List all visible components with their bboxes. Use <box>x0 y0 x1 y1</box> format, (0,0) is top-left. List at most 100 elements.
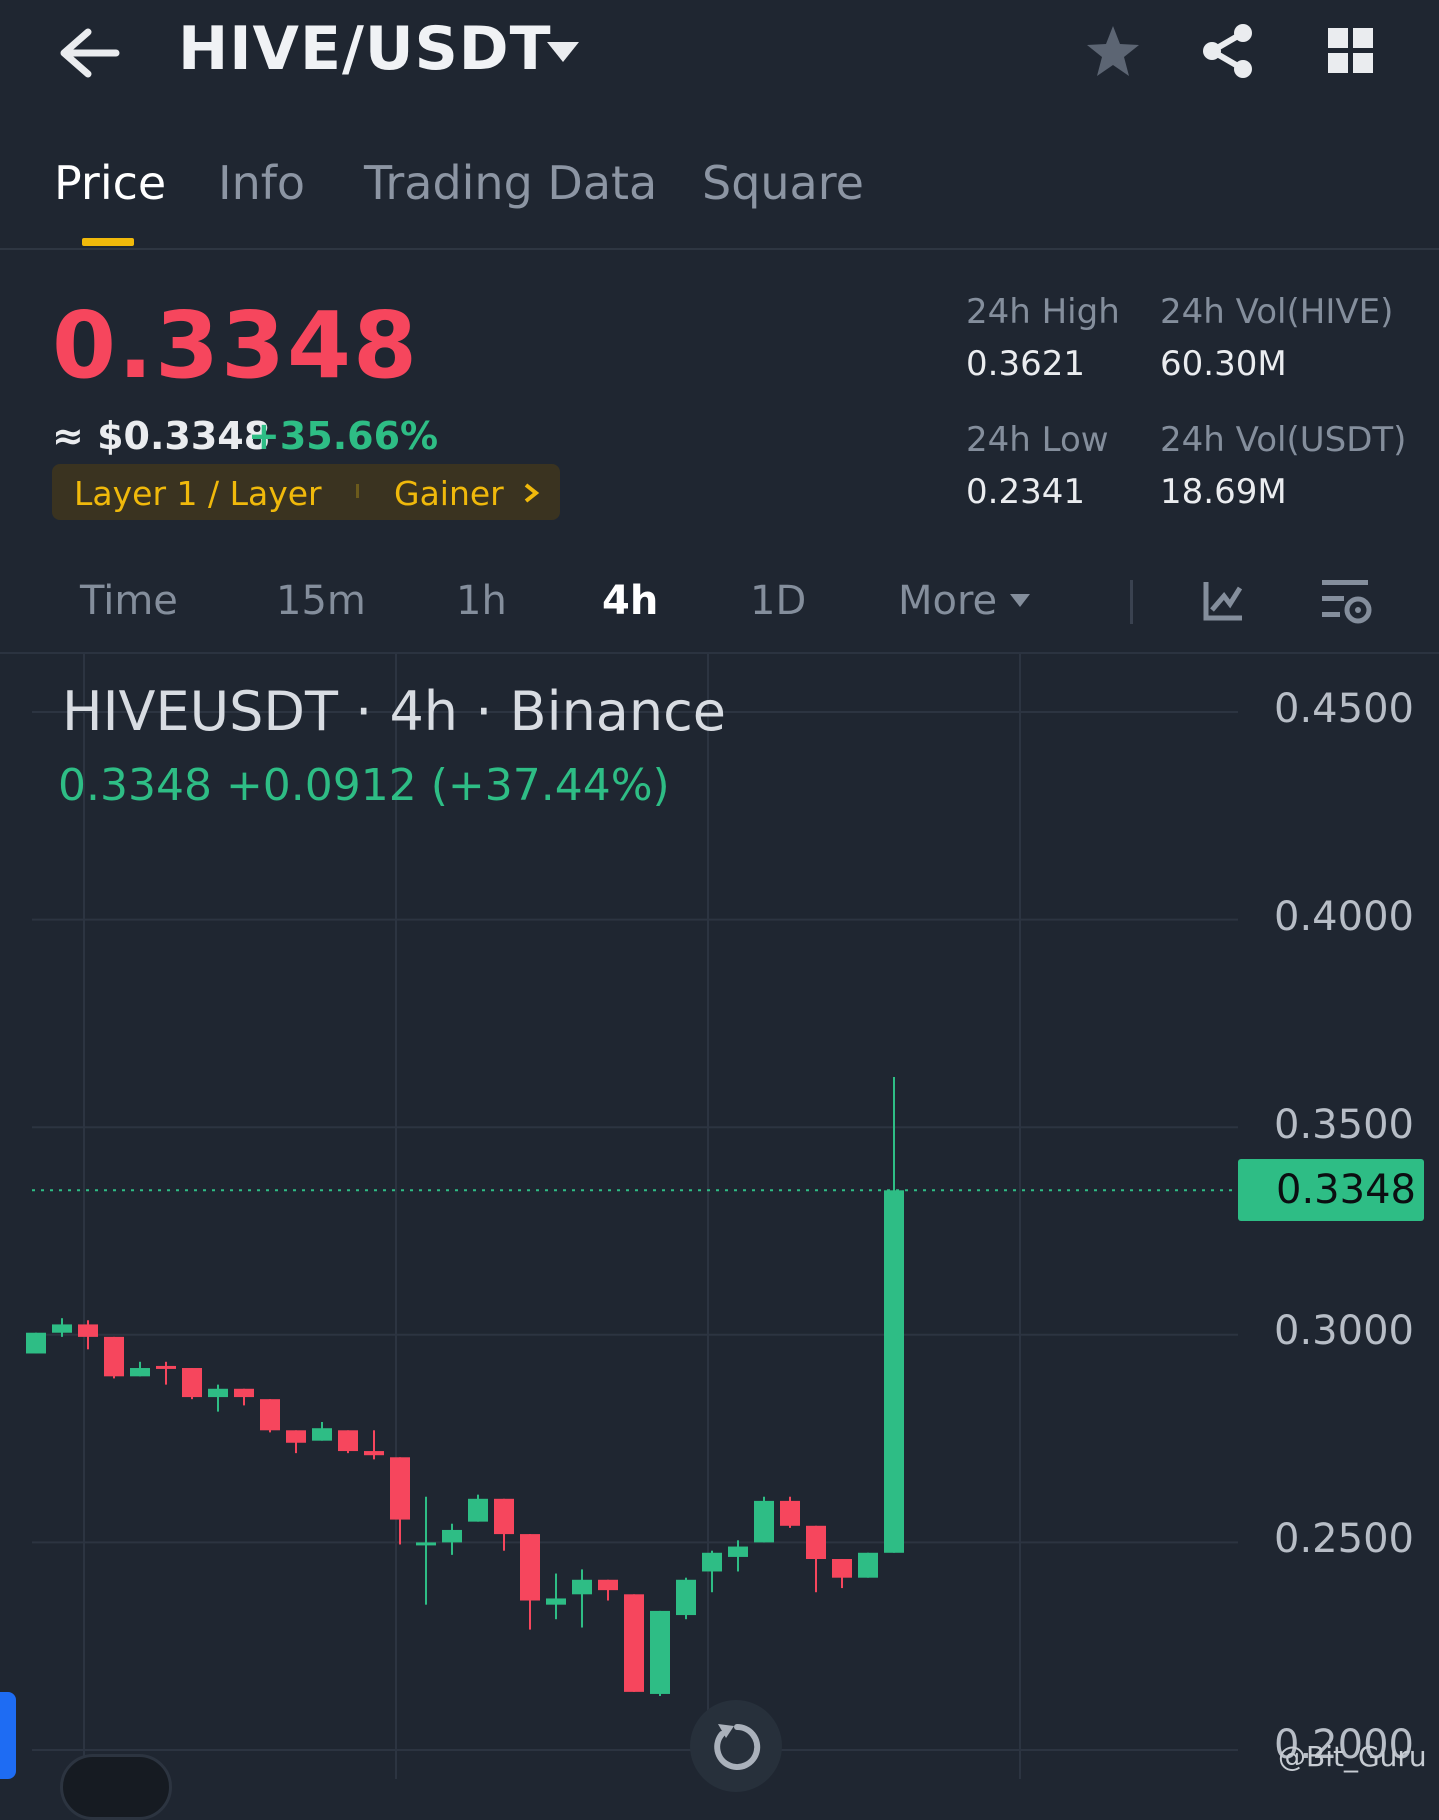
timeframe-4h[interactable]: 4h <box>602 578 658 624</box>
candle-body <box>598 1579 618 1591</box>
tab-info[interactable]: Info <box>218 156 305 210</box>
current-price-label: 0.3348 <box>1276 1167 1416 1213</box>
timeframe-time[interactable]: Time <box>80 578 178 624</box>
share-icon[interactable] <box>1200 22 1256 80</box>
candle <box>234 1388 254 1406</box>
y-axis-tick: 0.3000 <box>1274 1308 1414 1354</box>
candle <box>884 1076 904 1553</box>
candle-body <box>78 1324 98 1337</box>
top-bar: HIVE/USDT <box>0 0 1439 120</box>
candle <box>442 1523 462 1555</box>
candle <box>312 1421 332 1441</box>
tab-trading-data[interactable]: Trading Data <box>364 156 657 210</box>
last-price: 0.3348 <box>52 292 420 399</box>
candle-body <box>624 1594 644 1692</box>
change-percent: +35.66% <box>248 414 439 458</box>
floating-button[interactable] <box>60 1754 172 1820</box>
chevron-right-icon <box>524 483 540 503</box>
candle-body <box>338 1430 358 1452</box>
candle-body <box>832 1559 852 1578</box>
main-tabs: Price Info Trading Data Square <box>0 138 1439 250</box>
candle <box>780 1496 800 1528</box>
candle <box>182 1368 202 1400</box>
candle <box>156 1361 176 1385</box>
stat-vol-base-label: 24h Vol(HIVE) <box>1160 292 1394 332</box>
stat-vol-quote-label: 24h Vol(USDT) <box>1160 420 1407 460</box>
candle <box>702 1550 722 1593</box>
timeframe-1d[interactable]: 1D <box>750 578 806 624</box>
stat-low-label: 24h Low <box>966 420 1109 460</box>
tag-divider <box>356 484 359 498</box>
timeframe-more[interactable]: More <box>898 578 997 624</box>
candle-body <box>390 1457 410 1520</box>
candle <box>416 1496 436 1605</box>
side-handle[interactable] <box>0 1692 16 1779</box>
candle <box>130 1361 150 1377</box>
timeframe-1h[interactable]: 1h <box>456 578 507 624</box>
tag-layer[interactable]: Layer 1 / Layer <box>74 474 322 513</box>
back-arrow-icon[interactable] <box>58 28 120 78</box>
candle <box>468 1494 488 1522</box>
candle <box>754 1496 774 1543</box>
chart-summary: 0.3348 +0.0912 (+37.44%) <box>58 760 670 811</box>
candle-body <box>104 1336 124 1377</box>
chart-settings-icon[interactable] <box>1320 576 1372 628</box>
candle-body <box>52 1324 72 1333</box>
grid-icon[interactable] <box>1326 26 1376 76</box>
category-tags[interactable]: Layer 1 / Layer Gainer <box>52 464 560 520</box>
candle-body <box>156 1365 176 1369</box>
candle-body <box>26 1332 46 1354</box>
tag-gainer[interactable]: Gainer <box>394 474 504 513</box>
candle <box>650 1610 670 1697</box>
candle <box>78 1320 98 1350</box>
candle <box>208 1384 228 1412</box>
candle <box>806 1525 826 1593</box>
candle <box>338 1430 358 1454</box>
candle-body <box>572 1579 592 1595</box>
toolbar-divider <box>1130 580 1133 624</box>
y-axis-tick: 0.4000 <box>1274 894 1414 940</box>
candle-body <box>728 1546 748 1557</box>
watermark: @Bit_Guru <box>1278 1740 1427 1773</box>
candle-body <box>260 1399 280 1431</box>
candle-body <box>286 1430 306 1443</box>
candle <box>520 1534 540 1630</box>
candle-body <box>520 1534 540 1601</box>
indicator-chart-icon[interactable] <box>1202 580 1244 622</box>
candle-body <box>780 1500 800 1526</box>
candle-body <box>676 1579 696 1616</box>
candle <box>26 1332 46 1354</box>
stat-high-label: 24h High <box>966 292 1120 332</box>
star-icon[interactable] <box>1085 24 1141 78</box>
candle <box>832 1559 852 1589</box>
candle-body <box>858 1552 878 1578</box>
candle-body <box>494 1498 514 1535</box>
reset-chart-button[interactable] <box>690 1700 782 1792</box>
candle-body <box>208 1388 228 1398</box>
timeframe-15m[interactable]: 15m <box>276 578 366 624</box>
candlestick-chart[interactable] <box>0 654 1439 1779</box>
tab-square[interactable]: Square <box>702 156 864 210</box>
y-axis-tick: 0.2500 <box>1274 1516 1414 1562</box>
candle <box>364 1430 384 1460</box>
more-caret-icon[interactable] <box>1008 592 1032 610</box>
y-axis-tick: 0.3500 <box>1274 1102 1414 1148</box>
stat-vol-quote-value: 18.69M <box>1160 472 1287 512</box>
active-tab-indicator <box>82 238 134 246</box>
candle-body <box>702 1552 722 1572</box>
candle <box>572 1569 592 1628</box>
candle-body <box>754 1500 774 1543</box>
candle-body <box>468 1498 488 1522</box>
approx-usd-price: ≈ $0.3348 <box>52 414 271 458</box>
candle-body <box>884 1190 904 1553</box>
pair-title[interactable]: HIVE/USDT <box>178 14 552 84</box>
dropdown-caret-icon[interactable] <box>545 40 581 66</box>
candle <box>858 1552 878 1578</box>
candle-body <box>312 1428 332 1441</box>
candle-body <box>806 1525 826 1560</box>
stat-high-value: 0.3621 <box>966 344 1085 384</box>
candle <box>104 1336 124 1379</box>
tab-price[interactable]: Price <box>54 156 166 210</box>
candle <box>286 1430 306 1454</box>
candle-body <box>416 1542 436 1546</box>
